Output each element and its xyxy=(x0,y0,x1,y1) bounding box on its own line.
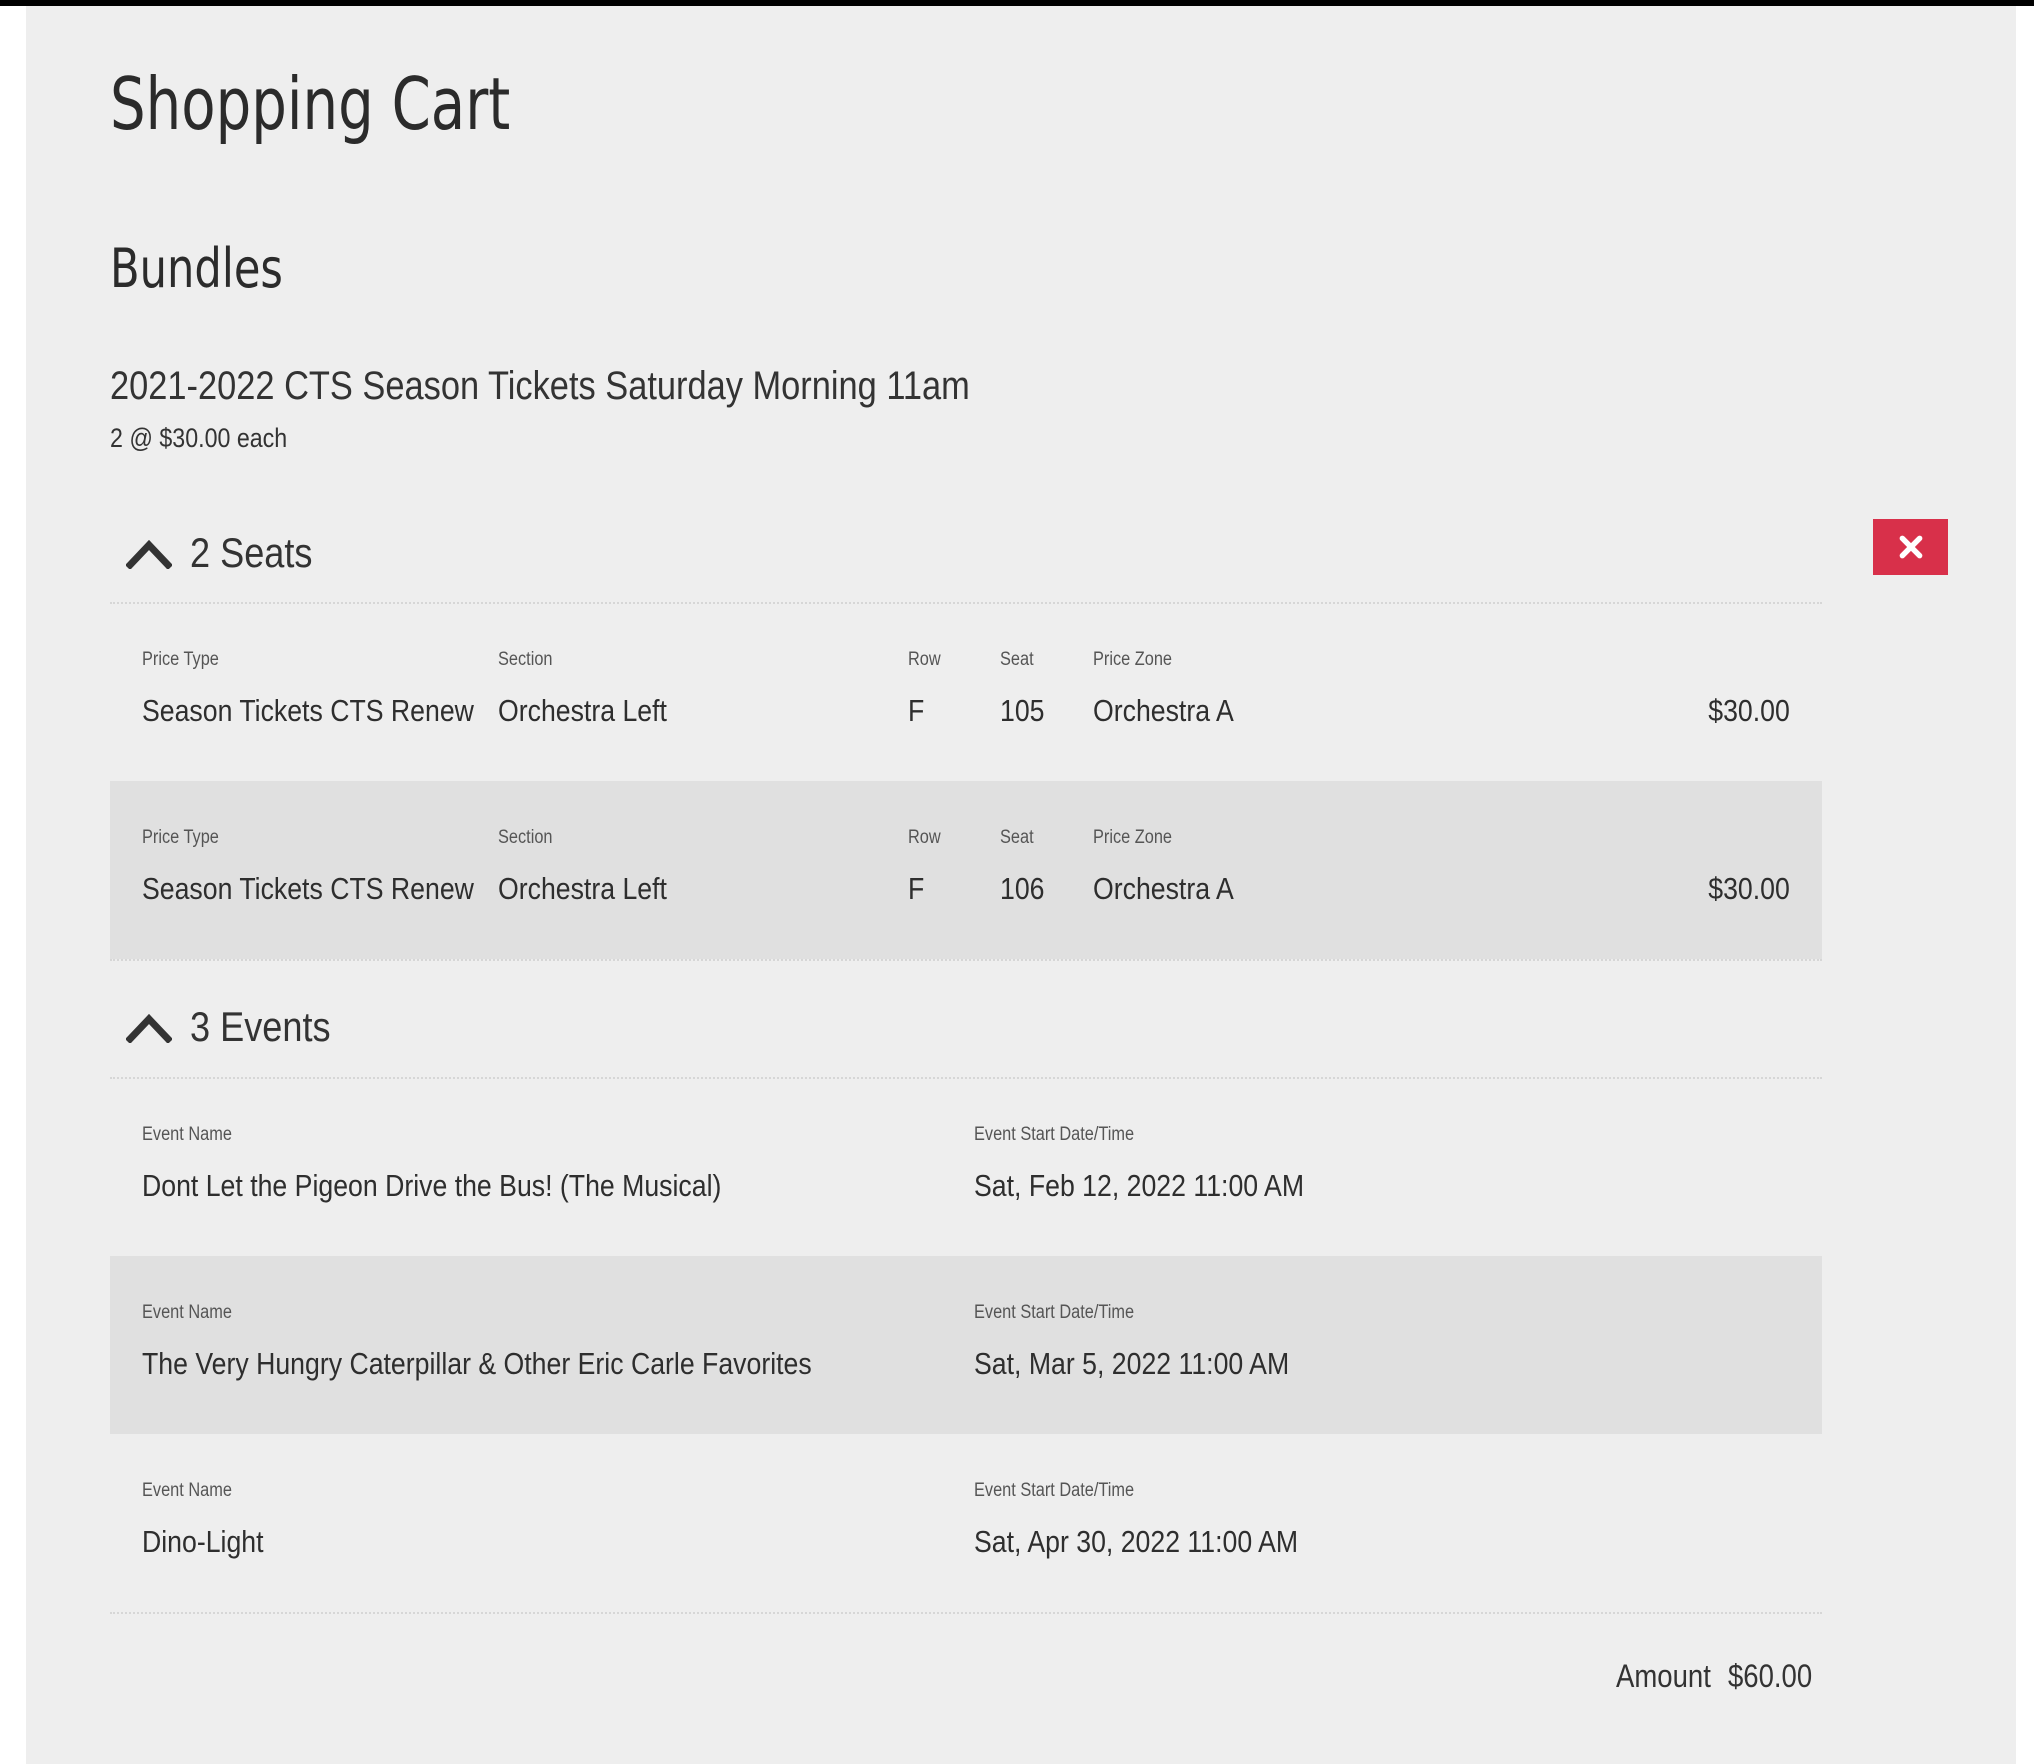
price-type-value: Season Tickets CTS Renew xyxy=(142,693,474,728)
event-name-label: Event Name xyxy=(142,1124,232,1145)
row-label: Row xyxy=(908,827,941,848)
amount-label: Amount xyxy=(1616,1658,1711,1694)
price-type-value: Season Tickets CTS Renew xyxy=(142,871,474,906)
event-start-label: Event Start Date/Time xyxy=(974,1480,1135,1501)
price-zone-label: Price Zone xyxy=(1093,649,1173,670)
seat-price: $30.00 xyxy=(1708,693,1790,728)
price-zone-value: Orchestra A xyxy=(1093,871,1234,906)
cart-panel: Shopping Cart Bundles 2021-2022 CTS Seas… xyxy=(26,6,2016,1764)
event-name-value: The Very Hungry Caterpillar & Other Eric… xyxy=(142,1346,812,1381)
price-type-label: Price Type xyxy=(142,827,219,848)
price-zone-value: Orchestra A xyxy=(1093,693,1234,728)
seat-row: Price Type Season Tickets CTS Renew Sect… xyxy=(110,781,1822,959)
row-label: Row xyxy=(908,649,941,670)
divider xyxy=(110,959,1822,961)
event-name-value: Dino-Light xyxy=(142,1524,264,1559)
event-start-value: Sat, Feb 12, 2022 11:00 AM xyxy=(974,1168,1305,1203)
price-type-label: Price Type xyxy=(142,649,219,670)
event-start-value: Sat, Mar 5, 2022 11:00 AM xyxy=(974,1346,1290,1381)
event-start-label: Event Start Date/Time xyxy=(974,1124,1135,1145)
event-row: Event Name The Very Hungry Caterpillar &… xyxy=(110,1256,1822,1434)
page-title: Shopping Cart xyxy=(110,62,511,146)
close-icon xyxy=(1899,535,1922,559)
event-row: Event Name Dont Let the Pigeon Drive the… xyxy=(110,1078,1822,1256)
bundle-quantity: 2 @ $30.00 each xyxy=(110,423,288,453)
seat-label: Seat xyxy=(1000,827,1034,848)
event-name-value: Dont Let the Pigeon Drive the Bus! (The … xyxy=(142,1168,722,1203)
seat-value: 106 xyxy=(1000,871,1045,906)
row-value: F xyxy=(908,693,925,728)
seat-price: $30.00 xyxy=(1708,871,1790,906)
amount-value: $60.00 xyxy=(1728,1658,1813,1694)
divider xyxy=(110,1612,1822,1614)
seats-header: 2 Seats xyxy=(190,529,313,576)
section-value: Orchestra Left xyxy=(498,871,667,906)
remove-bundle-button[interactable] xyxy=(1873,519,1948,575)
row-value: F xyxy=(908,871,925,906)
event-start-label: Event Start Date/Time xyxy=(974,1302,1135,1323)
section-value: Orchestra Left xyxy=(498,693,667,728)
chevron-up-icon xyxy=(126,1013,172,1043)
bundles-heading: Bundles xyxy=(110,237,283,300)
event-name-label: Event Name xyxy=(142,1480,232,1501)
section-label: Section xyxy=(498,649,553,670)
event-name-label: Event Name xyxy=(142,1302,232,1323)
seat-value: 105 xyxy=(1000,693,1045,728)
chevron-up-icon xyxy=(126,539,172,569)
bundle-name: 2021-2022 CTS Season Tickets Saturday Mo… xyxy=(110,364,970,408)
event-start-value: Sat, Apr 30, 2022 11:00 AM xyxy=(974,1524,1299,1559)
events-header: 3 Events xyxy=(190,1003,331,1050)
seats-toggle[interactable]: 2 Seats xyxy=(126,518,332,588)
price-zone-label: Price Zone xyxy=(1093,827,1173,848)
section-label: Section xyxy=(498,827,553,848)
event-row: Event Name Dino-Light Event Start Date/T… xyxy=(110,1434,1822,1612)
events-toggle[interactable]: 3 Events xyxy=(126,992,353,1062)
seat-row: Price Type Season Tickets CTS Renew Sect… xyxy=(110,603,1822,781)
seat-label: Seat xyxy=(1000,649,1034,670)
